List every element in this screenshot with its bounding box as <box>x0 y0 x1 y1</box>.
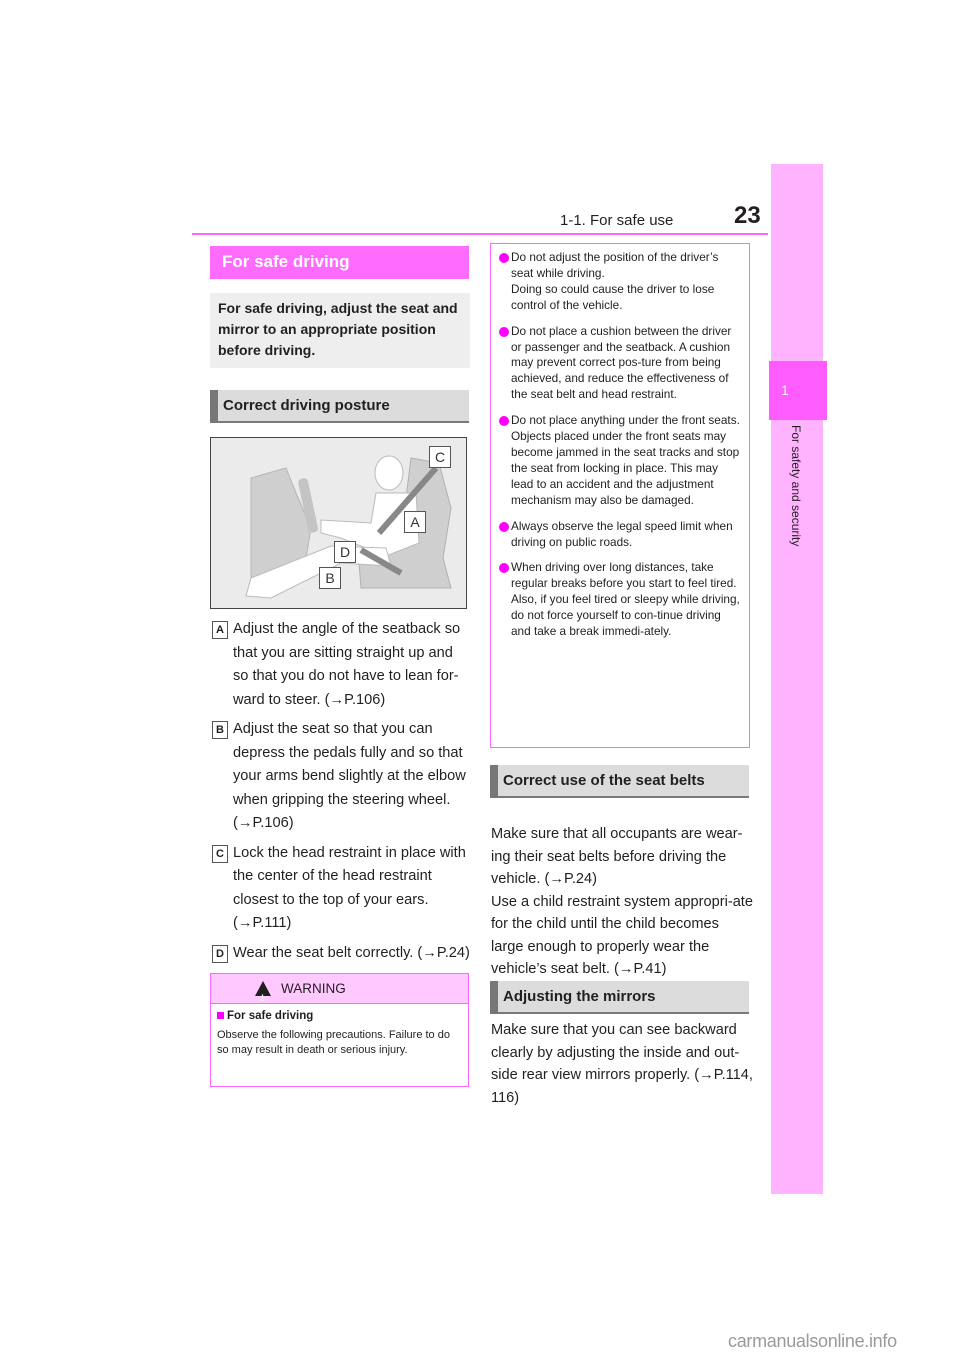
side-tab-strip <box>771 164 823 1194</box>
page-number: 23 <box>734 202 761 229</box>
step-label: A <box>212 621 228 639</box>
step-item: B Adjust the seat so that you can depres… <box>212 718 470 836</box>
warning-subheading-text: For safe driving <box>227 1010 314 1022</box>
bullet-line: Also, if you feel tired or sleepy while … <box>511 592 740 639</box>
warning-text: Observe the following precautions. Failu… <box>217 1029 450 1056</box>
step-item: D Wear the seat belt correctly. (→P.24) <box>212 942 470 966</box>
section-header: 1-1. For safe use <box>560 212 674 229</box>
bullet-line: Always observe the legal speed limit whe… <box>511 518 733 549</box>
bullet-line: When driving over long distances, take r… <box>511 560 737 591</box>
paragraph: Make sure that you can see backward clea… <box>491 1022 753 1106</box>
head-shape <box>374 455 404 491</box>
posture-steps: A Adjust the angle of the seatback so th… <box>212 618 470 971</box>
warning-bullet: Do not place anything under the front se… <box>499 413 741 508</box>
bullet-line: Do not adjust the position of the driver… <box>511 250 719 280</box>
warning-bullet: When driving over long distances, take r… <box>499 560 741 640</box>
warning-triangle-icon <box>255 981 271 1013</box>
warning-subheading: For safe driving <box>211 1004 468 1026</box>
watermark[interactable]: carmanualsonline.info <box>728 1331 897 1352</box>
bullet-line: Doing so could cause the driver to lose … <box>511 281 715 312</box>
callout-a: A <box>404 511 426 533</box>
paragraph: Use a child restraint system appropri-at… <box>491 893 753 978</box>
bullet-line: Do not place anything under the front se… <box>511 413 740 428</box>
header-divider <box>192 233 768 235</box>
bullet-line: Objects placed under the front seats may… <box>511 429 740 507</box>
warning-title: WARNING <box>281 981 346 996</box>
seat-belts-body: Make sure that all occupants are wear-in… <box>491 823 753 981</box>
step-label: B <box>212 721 228 739</box>
warning-continued-box: Do not adjust the position of the driver… <box>490 243 750 748</box>
step-label: C <box>212 844 228 863</box>
warning-header: WARNING <box>211 974 468 1013</box>
page-title: For safe driving <box>210 246 469 279</box>
step-text: Adjust the seat so that you can depress … <box>233 721 466 831</box>
bullet-line: Do not place a cushion between the drive… <box>511 323 732 402</box>
bullet-dot-icon <box>499 521 509 532</box>
callout-c: C <box>429 446 451 468</box>
square-bullet-icon <box>217 1012 224 1019</box>
chapter-title-vertical: For safety and security <box>766 425 826 605</box>
heading-driving-posture: Correct driving posture <box>210 390 469 423</box>
step-label: D <box>212 944 228 963</box>
paragraph: Make sure that all occupants are wear-in… <box>491 826 743 887</box>
chapter-tab[interactable]: 1 <box>769 361 827 420</box>
step-item: C Lock the head restraint in place with … <box>212 842 470 936</box>
callout-d: D <box>334 541 356 563</box>
mirrors-body: Make sure that you can see backward clea… <box>491 1019 753 1109</box>
bullet-dot-icon <box>499 563 509 574</box>
driving-posture-illustration: C A D B <box>210 437 467 609</box>
step-item: A Adjust the angle of the seatback so th… <box>212 618 470 712</box>
callout-b: B <box>319 567 341 589</box>
heading-seat-belts: Correct use of the seat belts <box>490 765 749 798</box>
warning-box: WARNING For safe driving Observe the fol… <box>210 973 469 1087</box>
bullet-dot-icon <box>499 253 509 263</box>
bullet-dot-icon <box>499 326 509 337</box>
heading-mirrors: Adjusting the mirrors <box>490 981 749 1014</box>
warning-bullet: Do not place a cushion between the drive… <box>499 324 741 404</box>
step-text: Lock the head restraint in place with th… <box>233 844 466 932</box>
step-text: Adjust the angle of the seatback so that… <box>233 621 461 708</box>
warning-bullet: Do not adjust the position of the driver… <box>499 250 741 314</box>
bullet-dot-icon <box>499 416 509 427</box>
warning-bullet: Always observe the legal speed limit whe… <box>499 519 741 551</box>
chapter-title: For safety and security <box>789 425 803 547</box>
step-text: Wear the seat belt correctly. (→P.24) <box>233 944 470 961</box>
intro-box: For safe driving, adjust the seat and mi… <box>210 293 470 368</box>
